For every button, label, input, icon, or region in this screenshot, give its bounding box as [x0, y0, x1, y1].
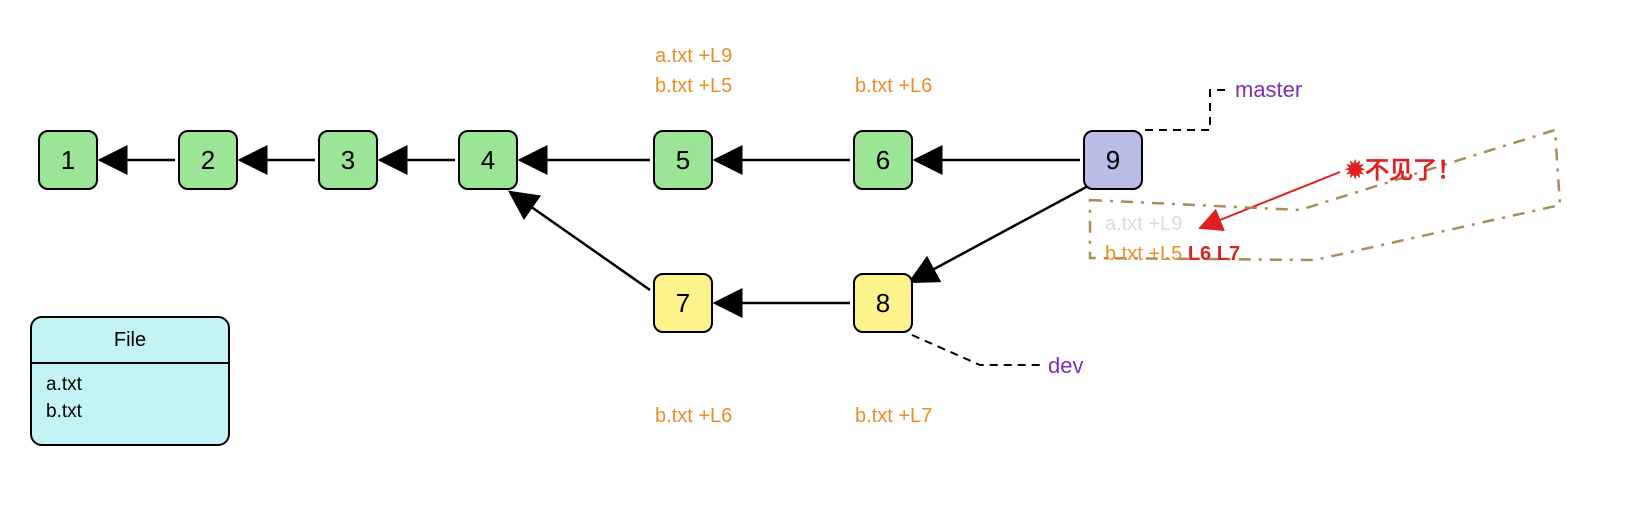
commit-label: 4 — [481, 145, 495, 176]
diff-label-6: b.txt +L6 — [855, 75, 932, 98]
diff-label-5b: b.txt +L5 — [655, 75, 732, 98]
commit-2: 2 — [178, 130, 238, 190]
commit-label: 3 — [341, 145, 355, 176]
callout-gone: ✹不见了！ — [1345, 150, 1461, 185]
commit-label: 8 — [876, 288, 890, 319]
file-box: File a.txt b.txt — [30, 316, 230, 446]
file-item: b.txt — [46, 399, 214, 426]
commit-4: 4 — [458, 130, 518, 190]
commit-label: 9 — [1106, 145, 1120, 176]
branch-master: master — [1235, 77, 1302, 103]
commit-7: 7 — [653, 273, 713, 333]
commit-5: 5 — [653, 130, 713, 190]
file-box-title: File — [32, 318, 228, 364]
connectors — [0, 0, 1626, 506]
file-item: a.txt — [46, 372, 214, 399]
commit-6: 6 — [853, 130, 913, 190]
spark-icon: ✹ — [1345, 157, 1365, 184]
commit-label: 6 — [876, 145, 890, 176]
commit-9-merge: 9 — [1083, 130, 1143, 190]
file-box-body: a.txt b.txt — [32, 364, 228, 433]
commit-1: 1 — [38, 130, 98, 190]
commit-8: 8 — [853, 273, 913, 333]
commit-label: 2 — [201, 145, 215, 176]
commit-label: 7 — [676, 288, 690, 319]
merged-b-red: L6 L7 — [1188, 243, 1240, 265]
merged-b-prefix: b.txt +L5 — [1105, 243, 1188, 265]
branch-dev: dev — [1048, 353, 1083, 379]
callout-text: 不见了！ — [1365, 157, 1461, 184]
commit-3: 3 — [318, 130, 378, 190]
diff-label-7: b.txt +L6 — [655, 405, 732, 428]
commit-label: 5 — [676, 145, 690, 176]
merged-b-line: b.txt +L5 L6 L7 — [1105, 243, 1240, 266]
commit-label: 1 — [61, 145, 75, 176]
diff-label-8: b.txt +L7 — [855, 405, 932, 428]
diff-label-5a: a.txt +L9 — [655, 45, 732, 68]
merged-faded-a: a.txt +L9 — [1105, 213, 1182, 236]
